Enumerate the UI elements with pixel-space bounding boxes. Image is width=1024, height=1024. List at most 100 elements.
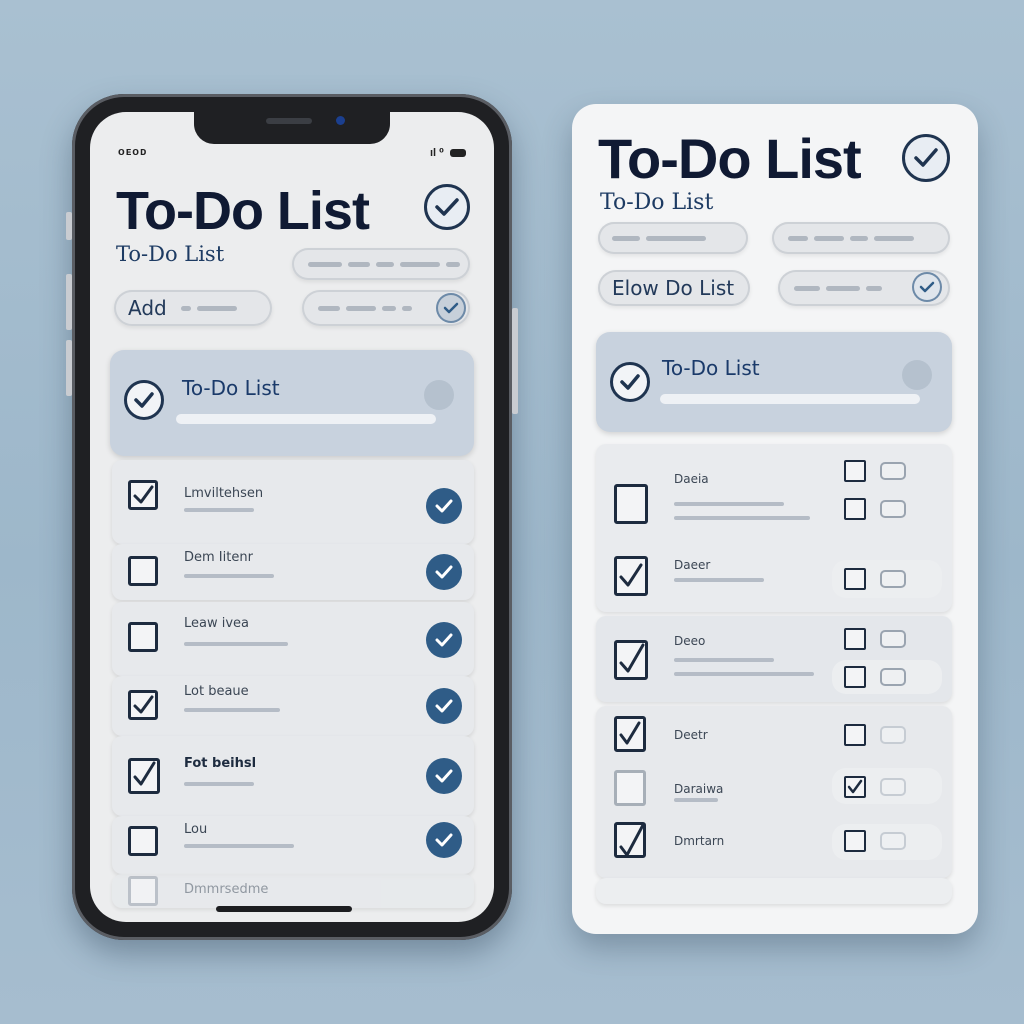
card-subtask-checkbox[interactable]	[844, 628, 866, 650]
card-subtask-tag[interactable]	[880, 668, 906, 686]
task-label: Lmviltehsen	[184, 486, 264, 501]
list-header-menu-button[interactable]	[424, 380, 454, 410]
task-checkbox[interactable]	[128, 876, 158, 906]
task-detail	[184, 844, 294, 848]
task-label: Dem Iitenr	[184, 550, 253, 565]
card-subtask-checkbox[interactable]	[844, 724, 866, 746]
task-complete-button[interactable]	[426, 554, 462, 590]
card-task-label: Daeer	[674, 558, 711, 572]
card-list-header-label: To-Do List	[662, 356, 760, 380]
card-select-all-checkbox[interactable]	[610, 362, 650, 402]
phone-power-button	[512, 308, 518, 414]
task-checkbox[interactable]	[128, 556, 158, 586]
task-label: Lot beaue	[184, 684, 249, 699]
task-label: Dmmrsedme	[184, 882, 269, 897]
card-footer-row	[596, 878, 952, 904]
checkmark-circle-icon[interactable]	[902, 134, 950, 182]
task-checkbox[interactable]	[128, 480, 158, 510]
filter-check-button[interactable]	[436, 293, 466, 323]
task-checkbox[interactable]	[128, 826, 158, 856]
card-subtask-checkbox[interactable]	[844, 776, 866, 798]
card-subtask-tag[interactable]	[880, 832, 906, 850]
card-task-checkbox[interactable]	[614, 770, 646, 806]
phone-volume-down-button	[66, 340, 72, 396]
card-task-label: Daeia	[674, 472, 709, 486]
task-row[interactable]: Lot beaue	[112, 676, 474, 736]
phone-volume-up-button	[66, 274, 72, 330]
camera-icon	[336, 116, 345, 125]
card-subtask-checkbox[interactable]	[844, 568, 866, 590]
card-task-group: Deeo	[596, 616, 952, 702]
card-task-detail	[674, 578, 764, 582]
card-task-label: Deeo	[674, 634, 706, 648]
task-label: Leaw ivea	[184, 616, 250, 631]
add-task-input[interactable]: Add	[114, 290, 272, 326]
card-task-checkbox[interactable]	[614, 640, 648, 680]
status-bar-right: ıl ⁰	[430, 146, 466, 159]
card-task-checkbox[interactable]	[614, 484, 648, 524]
task-label: Lou	[184, 822, 208, 837]
task-label: Fot beihsl	[184, 756, 257, 771]
card-task-detail	[674, 516, 810, 520]
battery-icon	[450, 149, 466, 158]
task-detail	[184, 574, 274, 578]
card-filter-check-button[interactable]	[912, 272, 942, 302]
page-subtitle: To-Do List	[116, 242, 225, 266]
task-row[interactable]: Leaw ivea	[112, 602, 474, 676]
task-checkbox[interactable]	[128, 690, 158, 720]
card-subtask-tag[interactable]	[880, 462, 906, 480]
card-list-header-progress	[660, 394, 920, 404]
search-field[interactable]	[292, 248, 470, 280]
task-complete-button[interactable]	[426, 822, 462, 858]
list-header-label: To-Do List	[182, 376, 280, 400]
task-row[interactable]: Lmviltehsen	[112, 460, 474, 544]
card-list-header-menu-button[interactable]	[902, 360, 932, 390]
task-complete-button[interactable]	[426, 622, 462, 658]
card-task-label: Deetr	[674, 728, 708, 742]
notch	[194, 112, 390, 144]
card-subtask-tag[interactable]	[880, 726, 906, 744]
card-task-label: Dmrtarn	[674, 834, 725, 848]
task-checkbox[interactable]	[128, 622, 158, 652]
card-task-checkbox[interactable]	[614, 716, 646, 752]
card-task-label: Daraiwa	[674, 782, 724, 796]
card-subtitle: To-Do List	[600, 190, 714, 215]
card-subtask-tag[interactable]	[880, 630, 906, 648]
task-detail	[184, 508, 254, 512]
card-task-group: Deetr Daraiwa Dmrtarn	[596, 706, 952, 878]
task-row[interactable]: Dmmrsedme	[112, 874, 474, 908]
task-row[interactable]: Lou	[112, 816, 474, 874]
task-row[interactable]: Dem Iitenr	[112, 544, 474, 600]
task-checkbox[interactable]	[128, 758, 160, 794]
card-sort-field[interactable]	[772, 222, 950, 254]
card-subtask-checkbox[interactable]	[844, 830, 866, 852]
add-label: Add	[128, 296, 167, 320]
card-title: To-Do List	[598, 127, 862, 190]
phone-side-button	[66, 212, 72, 240]
card-subtask-tag[interactable]	[880, 778, 906, 796]
signal-text: ıl ⁰	[429, 147, 444, 159]
card-subtask-checkbox[interactable]	[844, 460, 866, 482]
checkmark-circle-icon[interactable]	[424, 184, 470, 230]
task-detail	[184, 782, 254, 786]
card-search-field[interactable]	[598, 222, 748, 254]
card-task-checkbox[interactable]	[614, 556, 648, 596]
task-row[interactable]: Fot beihsl	[112, 736, 474, 816]
task-complete-button[interactable]	[426, 758, 462, 794]
card-filter-label: Elow Do List	[612, 276, 735, 300]
home-indicator	[216, 906, 352, 912]
select-all-checkbox[interactable]	[124, 380, 164, 420]
card-list-header-panel: To-Do List	[596, 332, 952, 432]
task-complete-button[interactable]	[426, 488, 462, 524]
card-task-checkbox[interactable]	[614, 822, 646, 858]
card-subtask-checkbox[interactable]	[844, 666, 866, 688]
card-filter-field[interactable]: Elow Do List	[598, 270, 750, 306]
card-subtask-tag[interactable]	[880, 570, 906, 588]
task-complete-button[interactable]	[426, 688, 462, 724]
speaker	[266, 118, 312, 124]
list-header-panel: To-Do List	[110, 350, 474, 456]
phone-screen: ᴏᴇᴏᴅ ıl ⁰ To-Do List To-Do List Add To-D…	[90, 112, 494, 922]
card-subtask-checkbox[interactable]	[844, 498, 866, 520]
task-detail	[184, 708, 280, 712]
card-subtask-tag[interactable]	[880, 500, 906, 518]
